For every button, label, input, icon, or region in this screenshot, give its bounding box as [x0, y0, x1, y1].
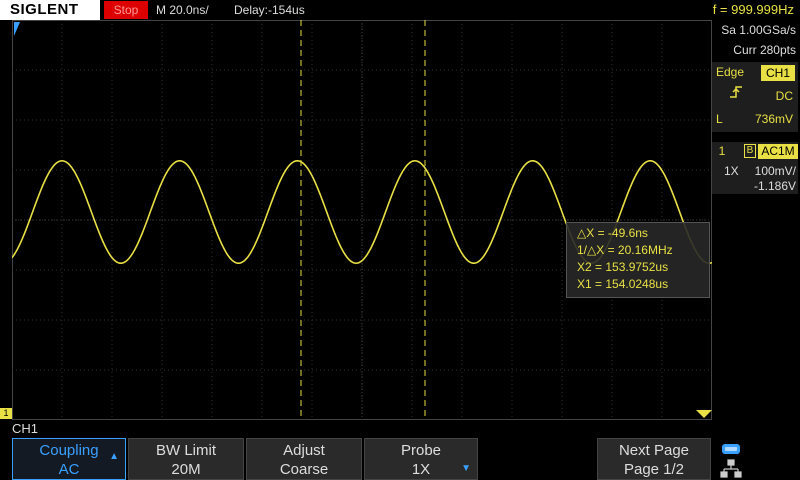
trigger-level-marker[interactable] — [696, 410, 712, 418]
trigger-type: Edge — [716, 65, 745, 79]
waveform-display[interactable] — [12, 20, 712, 420]
cursor-readout: △X = -49.6ns 1/△X = 20.16MHz X2 = 153.97… — [566, 222, 710, 298]
current-points: Curr 280pts — [733, 43, 796, 57]
rising-edge-icon — [728, 84, 744, 103]
timebase-readout: M 20.0ns/ — [156, 3, 209, 17]
trigger-level: 736mV — [754, 112, 793, 126]
softkey-value: 20M — [171, 461, 201, 478]
softkey-probe[interactable]: Probe 1X ▼ — [364, 438, 478, 480]
softkey-bw-limit[interactable]: BW Limit 20M — [128, 438, 244, 480]
channel-coupling: AC1M — [758, 144, 798, 159]
channel-scale: 100mV/ — [754, 164, 796, 178]
trigger-level-label: L — [716, 112, 723, 126]
softkey-label: Probe — [400, 442, 442, 459]
graticule — [12, 20, 712, 420]
softkey-coupling[interactable]: Coupling AC ▲ — [12, 438, 126, 480]
menu-title: CH1 — [12, 421, 39, 436]
network-icon — [720, 459, 742, 478]
softkey-value: Page 1/2 — [623, 461, 685, 478]
channel-panel[interactable]: 1 B AC1M 1X 100mV/ -1.186V — [712, 142, 798, 194]
delay-readout: Delay:-154us — [234, 3, 305, 17]
down-arrow-icon: ▼ — [461, 463, 471, 474]
up-arrow-icon: ▲ — [109, 451, 119, 462]
softkey-adjust[interactable]: Adjust Coarse — [246, 438, 362, 480]
softkey-label: Adjust — [283, 442, 325, 459]
run-stop-status[interactable]: Stop — [104, 1, 148, 19]
trigger-position-marker[interactable] — [14, 22, 20, 36]
cursor-x2-value: X2 = 153.9752us — [577, 260, 669, 274]
bandwidth-limit-marker: B — [744, 144, 756, 158]
trigger-panel[interactable]: Edge CH1 DC L 736mV — [712, 62, 798, 132]
sample-rate: Sa 1.00GSa/s — [721, 23, 796, 37]
channel-number: 1 — [718, 144, 726, 158]
softkey-value: Coarse — [279, 461, 329, 478]
trigger-coupling: DC — [775, 89, 793, 103]
softkey-next-page[interactable]: Next Page Page 1/2 — [597, 438, 711, 480]
brand-logo: SIGLENT — [0, 0, 100, 20]
trigger-source: CH1 — [761, 65, 795, 81]
softkey-label: BW Limit — [156, 442, 216, 459]
usb-device-icon — [722, 444, 740, 454]
frequency-counter: f = 999.999Hz — [712, 2, 794, 17]
channel-probe: 1X — [724, 164, 739, 178]
channel-ground-marker[interactable]: 1 — [0, 408, 12, 419]
top-status-bar: SIGLENT Stop M 20.0ns/ Delay:-154us f = … — [0, 0, 800, 20]
cursor-inverse-delta-x: 1/△X = 20.16MHz — [577, 243, 673, 257]
softkey-label: Next Page — [618, 442, 690, 459]
status-icons — [716, 440, 800, 480]
cursor-x1-value: X1 = 154.0248us — [577, 277, 669, 291]
channel-offset: -1.186V — [753, 179, 796, 193]
cursor-delta-x: △X = -49.6ns — [577, 226, 648, 240]
